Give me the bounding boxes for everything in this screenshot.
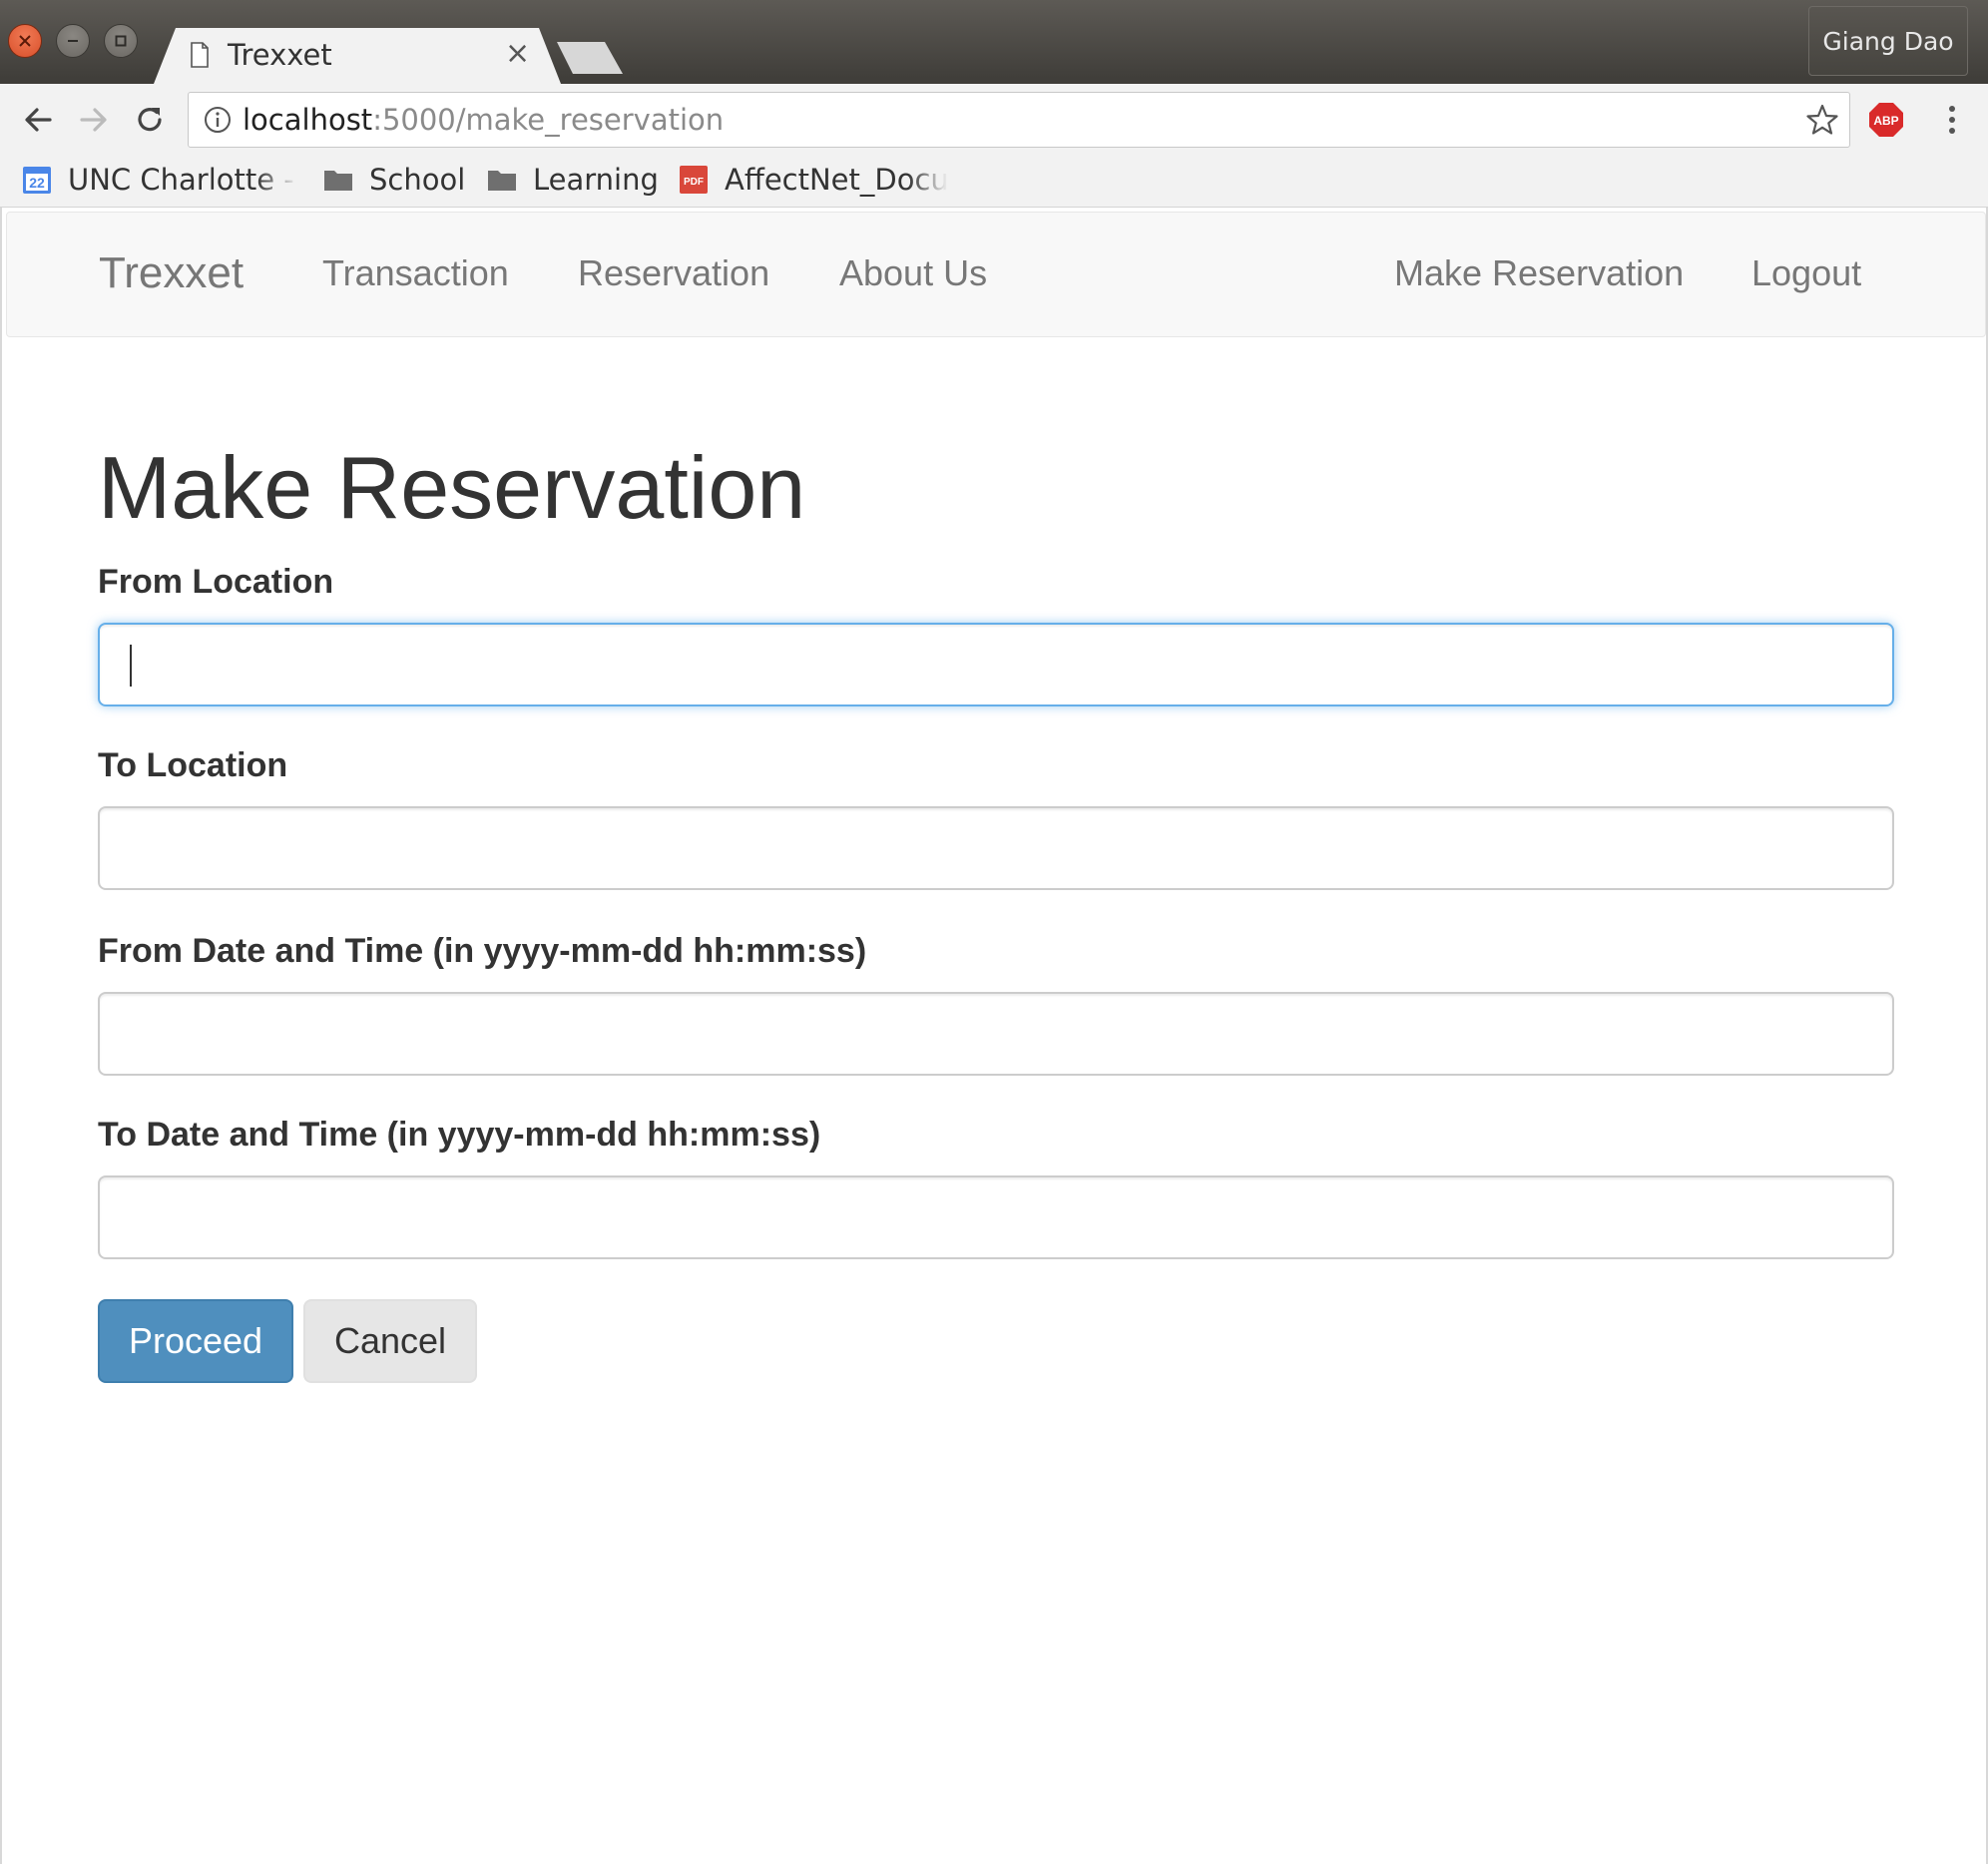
bookmark-label: UNC Charlotte - C xyxy=(68,163,297,197)
pdf-text: PDF xyxy=(684,177,704,188)
bookmark-affectnet[interactable]: PDF AffectNet_Docu xyxy=(679,160,948,200)
from-datetime-input[interactable] xyxy=(98,992,1894,1076)
browser-menu-icon[interactable] xyxy=(1944,102,1960,138)
url-text[interactable]: localhost:5000/make_reservation xyxy=(243,103,724,137)
to-location-label: To Location xyxy=(98,746,288,784)
close-icon xyxy=(19,35,31,47)
browser-toolbar: localhost:5000/make_reservation ABP xyxy=(0,84,1988,156)
nav-link-reservation[interactable]: Reservation xyxy=(578,252,769,294)
browser-tab[interactable]: Trexxet × xyxy=(154,28,561,84)
profile-button[interactable]: Giang Dao xyxy=(1808,6,1968,76)
text-caret xyxy=(130,645,132,687)
url-path: :5000/make_reservation xyxy=(372,103,725,137)
window-maximize-button[interactable] xyxy=(104,24,138,58)
minimize-icon xyxy=(68,40,78,42)
bookmark-school[interactable]: School xyxy=(323,160,465,200)
forward-arrow-icon[interactable] xyxy=(76,102,112,138)
window-titlebar: Trexxet × Giang Dao xyxy=(0,0,1988,84)
bookmark-star-icon[interactable] xyxy=(1805,103,1839,137)
new-tab-button[interactable] xyxy=(557,42,623,74)
proceed-button[interactable]: Proceed xyxy=(98,1299,293,1383)
folder-icon xyxy=(488,171,516,191)
nav-link-make-reservation[interactable]: Make Reservation xyxy=(1394,252,1684,294)
window-minimize-button[interactable] xyxy=(56,24,90,58)
reload-icon[interactable] xyxy=(132,102,168,138)
info-icon[interactable] xyxy=(203,105,233,135)
nav-link-logout[interactable]: Logout xyxy=(1751,252,1861,294)
maximize-icon xyxy=(115,35,127,47)
from-datetime-label: From Date and Time (in yyyy-mm-dd hh:mm:… xyxy=(98,932,867,970)
window-close-button[interactable] xyxy=(8,24,42,58)
from-location-input[interactable] xyxy=(98,623,1894,706)
tab-title: Trexxet xyxy=(228,38,332,72)
adblock-icon[interactable]: ABP xyxy=(1868,102,1904,138)
tab-close-icon[interactable]: × xyxy=(505,36,530,71)
web-page: Trexxet Transaction Reservation About Us… xyxy=(0,208,1988,1864)
url-host: localhost xyxy=(243,103,373,137)
bookmark-label: AffectNet_Docu xyxy=(725,163,948,197)
to-datetime-input[interactable] xyxy=(98,1175,1894,1259)
navbar-brand[interactable]: Trexxet xyxy=(99,248,244,298)
site-navbar: Trexxet Transaction Reservation About Us… xyxy=(6,212,1986,337)
bookmark-label: School xyxy=(369,163,466,197)
page-icon xyxy=(191,42,209,68)
adblock-text: ABP xyxy=(1873,114,1898,128)
calendar-day: 22 xyxy=(29,175,45,191)
cancel-button[interactable]: Cancel xyxy=(303,1299,477,1383)
to-datetime-label: To Date and Time (in yyyy-mm-dd hh:mm:ss… xyxy=(98,1116,821,1154)
pdf-icon: PDF xyxy=(680,166,708,194)
address-bar[interactable]: localhost:5000/make_reservation xyxy=(188,92,1850,148)
bookmarks-bar: 22 UNC Charlotte - C School Learning PDF… xyxy=(0,156,1988,208)
bookmark-label: Learning xyxy=(533,163,659,197)
to-location-input[interactable] xyxy=(98,806,1894,890)
back-arrow-icon[interactable] xyxy=(20,102,56,138)
bookmark-learning[interactable]: Learning xyxy=(487,160,659,200)
nav-link-about-us[interactable]: About Us xyxy=(839,252,987,294)
calendar-icon: 22 xyxy=(23,167,51,194)
folder-icon xyxy=(324,171,352,191)
bookmark-unc-charlotte[interactable]: 22 UNC Charlotte - C xyxy=(22,160,297,200)
from-location-label: From Location xyxy=(98,563,334,601)
page-title: Make Reservation xyxy=(98,438,806,537)
nav-link-transaction[interactable]: Transaction xyxy=(322,252,509,294)
